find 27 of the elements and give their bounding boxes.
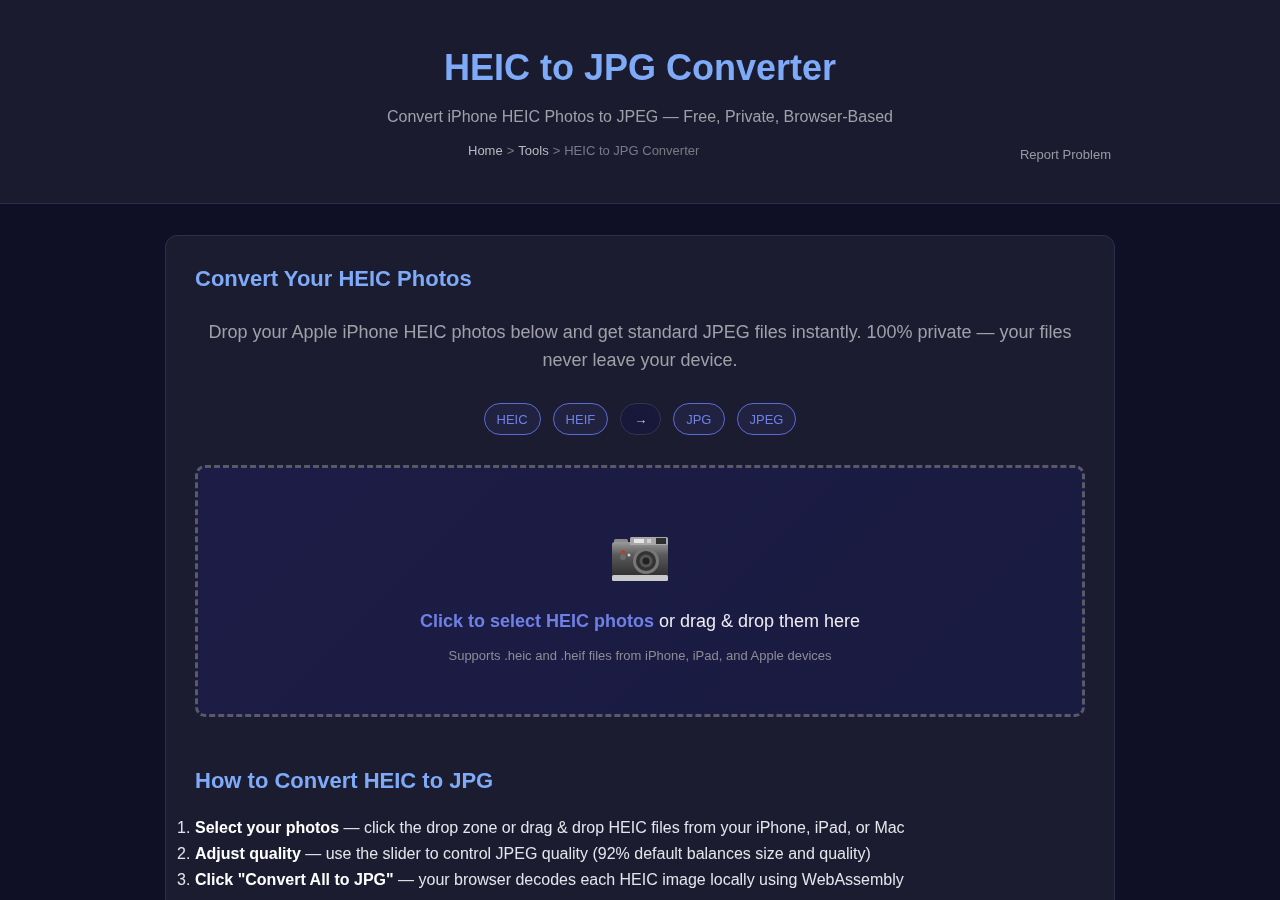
drop-prompt: Click to select HEIC photos or drag & drop them here (419, 610, 861, 633)
section-title: Convert Your HEIC Photos (195, 266, 473, 292)
step-text: Adjust quality — use the slider to control JPEG quality (92% default balances size and quality) (195, 844, 871, 864)
breadcrumb-link[interactable]: Home (468, 143, 503, 159)
breadcrumb-link[interactable]: Tools (518, 143, 549, 159)
report-problem-link[interactable]: Report Problem (1019, 147, 1111, 163)
step-number: 3. (177, 870, 192, 890)
page-title: HEIC to JPG Converter (442, 47, 838, 89)
select-photos-link[interactable]: Click to select HEIC photos (419, 611, 654, 631)
format-tag: HEIF (552, 403, 609, 435)
step-number: 1. (177, 818, 192, 838)
breadcrumb-current: HEIC to JPG Converter (564, 143, 700, 159)
page-subtitle: Convert iPhone HEIC Photos to JPEG — Free, Private, Browser-Based (386, 107, 894, 126)
breadcrumb-separator: > (506, 143, 515, 159)
step-text: Click "Convert All to JPG" — your browser decodes each HEIC image locally using WebAssembly (195, 870, 904, 890)
format-tag: HEIC (483, 403, 541, 435)
drop-hint: Supports .heic and .heif files from iPhone, iPad, and Apple devices (448, 648, 832, 664)
format-tag: JPEG (736, 403, 797, 435)
camera-icon (612, 535, 668, 581)
format-tag: JPG (673, 403, 725, 435)
intro-text: Drop your Apple iPhone HEIC photos below and get standard JPEG files instantly. 100% private — your files never leave your device. (207, 321, 1073, 372)
step-text: Select your photos — click the drop zone or drag & drop HEIC files from your iPhone, iPad, or Mac (195, 818, 905, 838)
drop-zone[interactable]: Click to select HEIC photos or drag & drop them here Supports .heic and .heif files from iPhone, iPad, and Apple devices (195, 465, 1085, 717)
section-title: How to Convert HEIC to JPG (195, 768, 495, 794)
breadcrumb-separator: > (552, 143, 561, 159)
arrow-tag: → (620, 403, 662, 435)
step-number: 2. (177, 844, 192, 864)
